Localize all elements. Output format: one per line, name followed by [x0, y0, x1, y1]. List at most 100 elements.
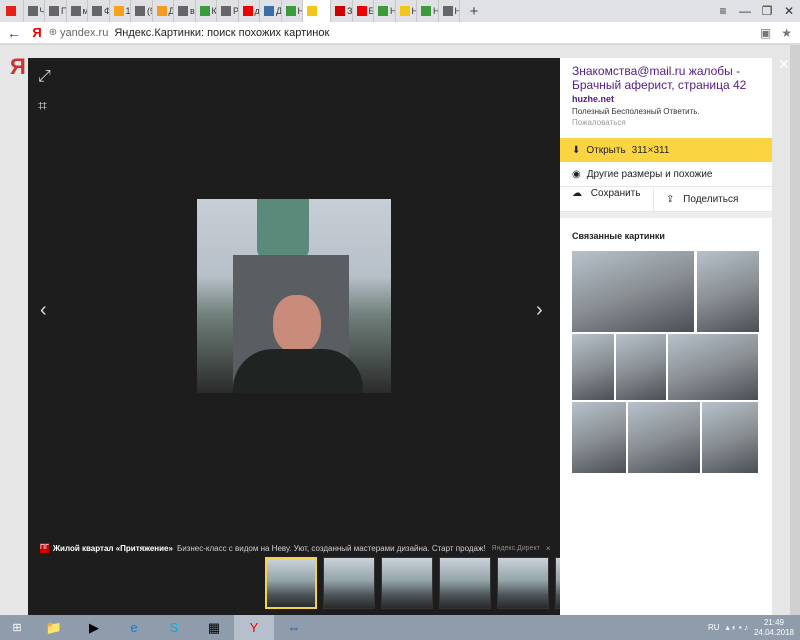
- browser-tab[interactable]: Н: [282, 0, 303, 22]
- ad-close-icon[interactable]: ×: [546, 544, 551, 553]
- close-viewer-icon[interactable]: ✕: [778, 56, 790, 73]
- browser-tab[interactable]: Б: [353, 0, 374, 22]
- save-label: Сохранить: [590, 187, 641, 199]
- related-image[interactable]: [697, 251, 759, 332]
- other-sizes-label: Другие размеры и похожие: [586, 169, 713, 180]
- back-arrow-icon[interactable]: ←: [0, 25, 28, 41]
- address-actions: ▣ ★: [760, 26, 792, 40]
- related-image[interactable]: [616, 334, 666, 400]
- browser-tab[interactable]: [303, 0, 331, 22]
- ad-brand[interactable]: Жилой квартал «Притяжение»: [53, 544, 173, 553]
- browser-tab[interactable]: 1: [110, 0, 131, 22]
- taskbar-explorer-icon[interactable]: 📁: [34, 615, 74, 640]
- taskbar-teamviewer-icon[interactable]: ⇔: [274, 615, 314, 640]
- save-button[interactable]: ☁ Сохранить: [560, 187, 654, 212]
- taskbar-media-icon[interactable]: ▶: [74, 615, 114, 640]
- taskbar-network-icon[interactable]: ▦: [194, 615, 234, 640]
- related-image[interactable]: [668, 334, 758, 400]
- open-size: 311×311: [631, 144, 670, 156]
- browser-tab[interactable]: Д: [153, 0, 174, 22]
- start-button[interactable]: ⊞: [0, 615, 34, 640]
- person-head-shape: [273, 295, 321, 353]
- page-icon: [221, 6, 231, 16]
- source-domain-link[interactable]: huzhe.net: [572, 94, 760, 104]
- thumbnail-strip: [265, 557, 607, 609]
- browser-tab[interactable]: Д: [260, 0, 282, 22]
- browser-tab[interactable]: П: [45, 0, 67, 22]
- source-block: Знакомства@mail.ru жалобы - Брачный афер…: [560, 58, 772, 127]
- main-image[interactable]: [197, 199, 391, 393]
- browser-tab[interactable]: Н: [374, 0, 396, 22]
- browser-tab-label: К: [211, 6, 217, 16]
- odnoklassniki-icon: [156, 6, 167, 16]
- related-image[interactable]: [628, 402, 700, 473]
- taskbar-skype-icon[interactable]: S: [154, 615, 194, 640]
- complain-link[interactable]: Пожаловаться: [572, 118, 760, 127]
- address-page-title[interactable]: Яндекс.Картинки: поиск похожих картинок: [114, 27, 329, 39]
- yandex-logo-icon[interactable]: Я: [28, 25, 46, 40]
- cloud-save-icon: ☁: [572, 187, 582, 199]
- ad-banner[interactable]: ПГ Жилой квартал «Притяжение» Бизнес-кла…: [40, 541, 551, 555]
- new-tab-button[interactable]: +: [464, 3, 484, 20]
- browser-tab[interactable]: Р: [217, 0, 239, 22]
- open-button[interactable]: ⬇ Открыть 311×311: [560, 138, 772, 162]
- address-bar: ← Я ⊕ yandex.ru Яндекс.Картинки: поиск п…: [0, 22, 800, 44]
- share-button[interactable]: ⇪ Поделиться: [654, 194, 738, 205]
- crop-icon[interactable]: ⌗: [38, 98, 47, 116]
- browser-tab[interactable]: Н: [417, 0, 439, 22]
- address-domain[interactable]: yandex.ru: [60, 27, 108, 39]
- lock-icon[interactable]: ⊕: [46, 27, 60, 38]
- page-icon: [135, 6, 145, 16]
- close-window-button[interactable]: ✕: [778, 4, 800, 18]
- browser-tab-label: д: [254, 6, 260, 16]
- minimize-button[interactable]: —: [734, 4, 756, 18]
- related-image[interactable]: [702, 402, 758, 473]
- thumbnail-image[interactable]: [323, 557, 375, 609]
- source-title-link[interactable]: Знакомства@mail.ru жалобы - Брачный афер…: [572, 64, 760, 92]
- browser-tab[interactable]: Н: [396, 0, 417, 22]
- menu-icon[interactable]: ≡: [712, 4, 734, 18]
- page-scrollbar[interactable]: [790, 45, 800, 615]
- thumbnail-image[interactable]: [497, 557, 549, 609]
- browser-tab[interactable]: Зн: [331, 0, 353, 22]
- system-tray: RU ▴ ◐ ▪ ♪ 21:49 24.04.2018: [708, 615, 794, 640]
- globe-icon: [264, 6, 274, 16]
- language-indicator[interactable]: RU: [708, 623, 720, 632]
- bookmark-star-icon[interactable]: ★: [781, 26, 792, 40]
- thumbnail-image[interactable]: [439, 557, 491, 609]
- other-sizes-button[interactable]: ◉ Другие размеры и похожие: [560, 163, 772, 187]
- tab-strip: ЧПмФ1(9ДвеКРдДНЗнБНННН+: [0, 0, 800, 22]
- browser-tab[interactable]: м: [67, 0, 88, 22]
- taskbar-ie-icon[interactable]: e: [114, 615, 154, 640]
- cactus-icon: [199, 6, 210, 16]
- taskbar-yandex-browser-icon[interactable]: Y: [234, 615, 274, 640]
- share-icon: ⇪: [666, 194, 675, 205]
- browser-tab[interactable]: Ч: [24, 0, 45, 22]
- browser-tab[interactable]: (9: [131, 0, 153, 22]
- youtube-icon: [6, 6, 16, 16]
- related-image[interactable]: [572, 251, 694, 332]
- related-image[interactable]: [572, 402, 626, 473]
- clock[interactable]: 21:49 24.04.2018: [754, 618, 794, 638]
- browser-tab[interactable]: К: [196, 0, 217, 22]
- tray-icons[interactable]: ▴ ◐ ▪ ♪: [726, 623, 748, 632]
- fullscreen-icon[interactable]: ⤢: [38, 68, 51, 86]
- browser-tab[interactable]: д: [239, 0, 260, 22]
- browser-tab[interactable]: ве: [174, 0, 196, 22]
- browser-tab-label: 1: [125, 6, 131, 16]
- ad-text[interactable]: Бизнес-класс с видом на Неву. Уют, созда…: [177, 544, 486, 553]
- page-icon: [27, 6, 38, 16]
- next-arrow-icon[interactable]: ›: [536, 299, 543, 322]
- browser-tab[interactable]: [2, 0, 24, 22]
- cactus-icon: [421, 6, 431, 16]
- reader-icon[interactable]: ▣: [760, 26, 771, 40]
- page-icon: [442, 6, 453, 16]
- browser-tab[interactable]: Ф: [88, 0, 110, 22]
- related-image[interactable]: [572, 334, 614, 400]
- actions-row: ☁ Сохранить ⇪ Поделиться: [560, 187, 772, 212]
- browser-tab[interactable]: Н: [439, 0, 460, 22]
- thumbnail-image[interactable]: [381, 557, 433, 609]
- thumbnail-image[interactable]: [265, 557, 317, 609]
- prev-arrow-icon[interactable]: ‹: [40, 299, 47, 322]
- maximize-button[interactable]: ❐: [756, 4, 778, 18]
